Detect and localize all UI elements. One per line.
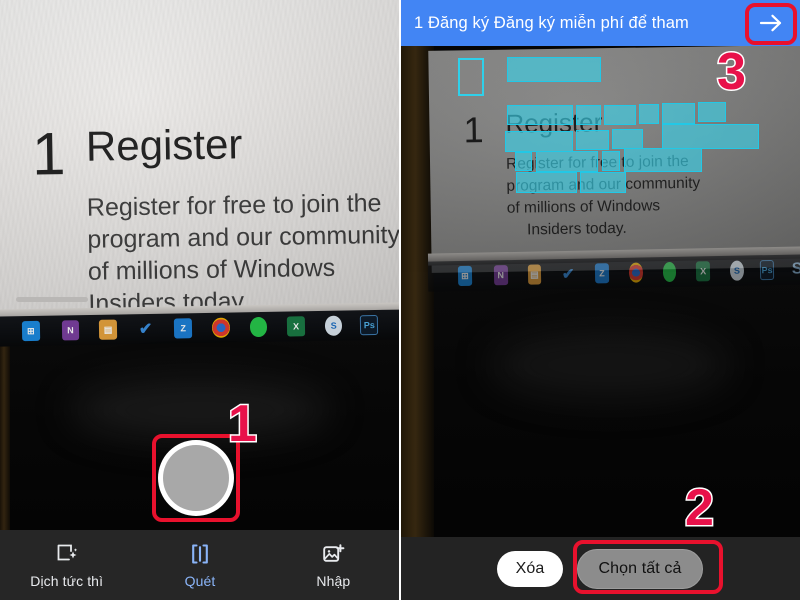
ocr-box-word[interactable] (515, 152, 532, 171)
bottom-nav: Dịch tức thì Quét Nhập (0, 530, 400, 600)
instant-translate-icon (55, 542, 79, 566)
file-explorer-icon: ▤ (99, 319, 118, 340)
chrome-icon (211, 317, 230, 338)
doc-body-line: Register for free to join the (86, 189, 382, 222)
camera-scan-panel: 1 Register Register for free to join the… (0, 0, 400, 600)
excel-icon: X (287, 316, 306, 337)
doc-body-line: program and our community (87, 220, 400, 254)
annotation-number-2: 2 (684, 479, 716, 537)
ocr-box-word[interactable] (580, 172, 626, 193)
doc-step-number: 1 (31, 120, 66, 188)
chrome-icon (628, 262, 643, 283)
ocr-box-word[interactable] (507, 105, 573, 125)
ocr-box-word[interactable] (604, 105, 636, 125)
ocr-box-word[interactable] (505, 131, 573, 152)
screenshot-root: 1 Register Register for free to join the… (0, 0, 800, 600)
nav-item-scan[interactable]: Quét (133, 530, 266, 600)
laptop-screen-left: 1 Register Register for free to join the… (0, 0, 400, 330)
doc-step-number: 1 (463, 109, 484, 151)
nav-label-instant-translate: Dịch tức thì (30, 572, 104, 589)
keyboard-glow (490, 330, 730, 400)
delete-button[interactable]: Xóa (497, 550, 563, 587)
ocr-box-word[interactable] (639, 104, 659, 124)
nav-item-import[interactable]: Nhập (267, 530, 400, 600)
nav-item-instant-translate[interactable]: Dịch tức thì (0, 530, 133, 600)
import-image-icon (321, 542, 345, 566)
windows-start-icon: ⊞ (457, 265, 472, 287)
nav-label-scan: Quét (184, 572, 216, 589)
ocr-box-word[interactable] (624, 148, 702, 172)
keyboard-glow (70, 380, 330, 440)
windows-start-icon: ⊞ (21, 320, 40, 342)
doc-body-line: of millions of Windows (87, 253, 336, 286)
ocr-box-word[interactable] (662, 124, 759, 149)
ocr-box-word[interactable] (516, 172, 577, 193)
todo-check-icon: ✔ (138, 320, 153, 339)
scrollbar-thumb (16, 297, 88, 302)
detected-text-label: 1 Đăng ký Đăng ký miễn phí để tham (414, 13, 689, 32)
ocr-box-word[interactable] (612, 129, 643, 149)
detected-text-bar[interactable]: 1 Đăng ký Đăng ký miễn phí để tham (400, 0, 800, 46)
scan-brackets-icon (188, 542, 212, 566)
skype-icon: S (729, 260, 745, 281)
file-explorer-icon: ▤ (527, 264, 542, 285)
photoshop-icon: Ps (759, 259, 775, 281)
annotation-number-1: 1 (227, 395, 259, 453)
onenote-icon: N (493, 265, 508, 286)
ocr-box-word[interactable] (698, 102, 726, 122)
ocr-box-step-number[interactable] (458, 58, 484, 96)
annotation-number-3: 3 (716, 43, 748, 101)
sublime-icon: S (791, 260, 800, 278)
whatsapp-icon (249, 316, 268, 338)
zalo-icon: Z (174, 318, 193, 339)
whatsapp-icon (662, 261, 677, 283)
onenote-icon: N (61, 320, 80, 341)
annotation-box-shutter (152, 434, 240, 522)
ocr-box-word[interactable] (536, 151, 598, 172)
doc-body-line: Insiders today. (526, 219, 627, 239)
nav-label-import: Nhập (316, 572, 351, 589)
text-selection-panel: 1 Register Register for free to join the… (400, 0, 800, 600)
doc-body-line: of millions of Windows (506, 197, 661, 217)
ocr-box-word[interactable] (576, 130, 609, 150)
excel-icon: X (696, 261, 711, 282)
ocr-box-word[interactable] (576, 105, 601, 125)
panel-divider (399, 0, 401, 600)
todo-check-icon: ✔ (561, 265, 575, 284)
annotation-box-select-all (573, 540, 723, 594)
zalo-icon: Z (594, 263, 610, 284)
ocr-box-word[interactable] (507, 57, 601, 82)
skype-icon: S (324, 315, 343, 336)
photoshop-icon: Ps (360, 314, 379, 336)
ocr-box-word[interactable] (662, 103, 695, 124)
annotation-box-arrow (745, 3, 797, 45)
doc-title: Register (85, 120, 243, 170)
ocr-box-word[interactable] (602, 151, 620, 171)
